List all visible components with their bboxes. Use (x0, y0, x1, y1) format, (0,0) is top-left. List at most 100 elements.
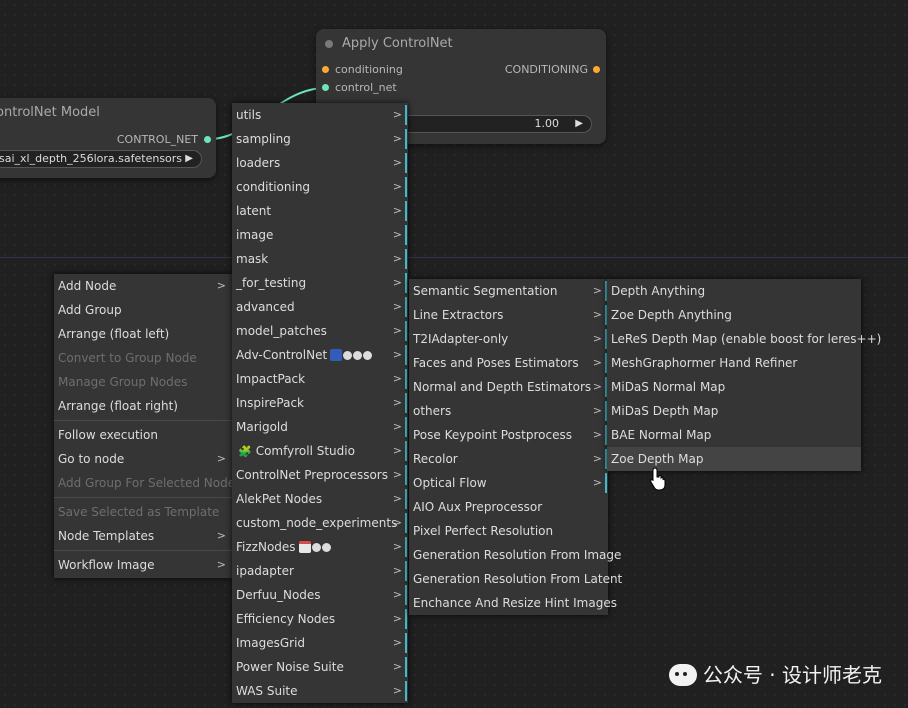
depth-item-depth-anything[interactable]: Depth Anything (607, 279, 861, 303)
conditioning-output-slot[interactable] (593, 66, 600, 73)
preprocessor-item-aio-aux-preprocessor[interactable]: AIO Aux Preprocessor (409, 495, 608, 519)
category-item-image[interactable]: image > (232, 223, 408, 247)
submenu-indicator-bar (405, 105, 407, 125)
control-net-input-slot[interactable] (322, 84, 329, 91)
submenu-indicator-bar (405, 321, 407, 341)
category-item-label: Adv-ControlNet (236, 348, 328, 362)
menu-item-convert-group: Convert to Group Node (58, 351, 197, 365)
submenu-arrow-icon: > (592, 380, 602, 393)
node-title-bar[interactable]: Apply ControlNet (316, 29, 606, 59)
category-item-mask[interactable]: mask > (232, 247, 408, 271)
category-item-sampling[interactable]: sampling > (232, 127, 408, 151)
category-item-utils[interactable]: utils > (232, 103, 408, 127)
menu-item-arrange-right[interactable]: Arrange (float right) (54, 394, 232, 418)
category-item-marigold[interactable]: Marigold > (232, 415, 408, 439)
category-item-was-suite[interactable]: WAS Suite > (232, 679, 408, 703)
preprocessor-item-semantic-segmentation[interactable]: Semantic Segmentation > (409, 279, 608, 303)
increment-arrow-icon[interactable]: ▶ (575, 116, 583, 132)
preprocessor-item-label: Pose Keypoint Postprocess (413, 428, 572, 442)
category-item-advanced[interactable]: advanced > (232, 295, 408, 319)
category-item-conditioning[interactable]: conditioning > (232, 175, 408, 199)
submenu-arrow-icon: > (392, 588, 402, 601)
menu-item-follow-execution[interactable]: Follow execution (54, 423, 232, 447)
category-item-comfyroll-studio[interactable]: 🧩 Comfyroll Studio > (232, 439, 408, 463)
category-item-alekpet-nodes[interactable]: AlekPet Nodes > (232, 487, 408, 511)
category-item-label: Comfyroll Studio (255, 444, 355, 458)
category-item-label: ipadapter (236, 564, 294, 578)
category-item-ipadapter[interactable]: ipadapter > (232, 559, 408, 583)
submenu-arrow-icon: > (592, 356, 602, 369)
circle-badge-icon (353, 351, 363, 360)
submenu-indicator-bar (405, 177, 407, 197)
menu-item-node-templates[interactable]: Node Templates > (54, 524, 232, 548)
preprocessor-item-label: Semantic Segmentation (413, 284, 558, 298)
category-item-label: latent (236, 204, 272, 218)
submenu-arrow-icon: > (392, 468, 402, 481)
depth-item-midas-depth-map[interactable]: MiDaS Depth Map (607, 399, 861, 423)
submenu-indicator-bar (405, 249, 407, 269)
preprocessor-item-faces-and-poses-estimators[interactable]: Faces and Poses Estimators > (409, 351, 608, 375)
submenu-indicator-bar (405, 153, 407, 173)
preprocessor-item-others[interactable]: others > (409, 399, 608, 423)
preprocessor-item-generation-resolution-from-image[interactable]: Generation Resolution From Image (409, 543, 621, 567)
preprocessor-item-recolor[interactable]: Recolor > (409, 447, 608, 471)
submenu-arrow-icon: > (216, 452, 226, 465)
preprocessor-item-generation-resolution-from-latent[interactable]: Generation Resolution From Latent (409, 567, 622, 591)
category-item-loaders[interactable]: loaders > (232, 151, 408, 175)
menu-item-arrange-left[interactable]: Arrange (float left) (54, 322, 232, 346)
depth-item-bae-normal-map[interactable]: BAE Normal Map (607, 423, 861, 447)
conditioning-output-label: CONDITIONING (504, 63, 588, 76)
submenu-arrow-icon: > (392, 228, 402, 241)
category-item-imagesgrid[interactable]: ImagesGrid > (232, 631, 408, 655)
category-item-inspirepack[interactable]: InspirePack > (232, 391, 408, 415)
comfyroll-icon: 🧩 (238, 445, 252, 458)
category-item-latent[interactable]: latent > (232, 199, 408, 223)
preprocessor-item-t2iadapter-only[interactable]: T2IAdapter-only > (409, 327, 608, 351)
node-title-bar[interactable]: ontrolNet Model (0, 98, 216, 128)
category-item-model-patches[interactable]: model_patches > (232, 319, 408, 343)
depth-item-midas-normal-map[interactable]: MiDaS Normal Map (607, 375, 861, 399)
preprocessor-item-pose-keypoint-postprocess[interactable]: Pose Keypoint Postprocess > (409, 423, 608, 447)
canvas-context-menu: Add Node > Add Group Arrange (float left)… (54, 274, 241, 578)
preprocessor-item-label: Generation Resolution From Image (413, 548, 622, 562)
category-item-controlnet-preprocessors[interactable]: ControlNet Preprocessors > (232, 463, 408, 487)
category-item-efficiency-nodes[interactable]: Efficiency Nodes > (232, 607, 408, 631)
preprocessor-item-label: Enchance And Resize Hint Images (413, 596, 617, 610)
menu-item-go-to-node[interactable]: Go to node > (54, 447, 232, 471)
submenu-indicator-bar (405, 297, 407, 317)
category-item-custom-node-experiments[interactable]: custom_node_experiments > (232, 511, 408, 535)
depth-item-zoe-depth-anything[interactable]: Zoe Depth Anything (607, 303, 861, 327)
control-net-output-slot[interactable] (204, 136, 211, 143)
category-item-power-noise-suite[interactable]: Power Noise Suite > (232, 655, 408, 679)
conditioning-input-slot[interactable] (322, 66, 329, 73)
increment-arrow-icon[interactable]: ▶ (185, 151, 193, 167)
category-item-adv-controlnet[interactable]: Adv-ControlNet > (232, 343, 408, 367)
node-category-menu: utils > sampling > loaders > conditioning > late… (232, 103, 408, 703)
menu-item-workflow-image[interactable]: Workflow Image > (54, 553, 232, 577)
category-item-impactpack[interactable]: ImpactPack > (232, 367, 408, 391)
category-item-fizznodes[interactable]: FizzNodes > (232, 535, 408, 559)
node-collapse-dot[interactable] (325, 40, 333, 48)
preprocessor-item-label: T2IAdapter-only (413, 332, 509, 346)
category-item-derfuu-nodes[interactable]: Derfuu_Nodes > (232, 583, 408, 607)
submenu-arrow-icon: > (592, 428, 602, 441)
submenu-arrow-icon: > (392, 564, 402, 577)
preprocessor-item-optical-flow[interactable]: Optical Flow > (409, 471, 608, 495)
depth-item-meshgraphormer-hand-refiner[interactable]: MeshGraphormer Hand Refiner (607, 351, 861, 375)
circle-badge-icon (343, 351, 353, 360)
load-controlnet-node[interactable]: ontrolNet Model CONTROL_NET sai_xl_depth… (0, 98, 216, 178)
preprocessor-item-normal-and-depth-estimators[interactable]: Normal and Depth Estimators > (409, 375, 608, 399)
model-name-widget[interactable]: sai_xl_depth_256lora.safetensors ▶ (0, 150, 202, 168)
preprocessor-item-enchance-and-resize-hint-images[interactable]: Enchance And Resize Hint Images (409, 591, 617, 615)
preprocessor-item-pixel-perfect-resolution[interactable]: Pixel Perfect Resolution (409, 519, 608, 543)
submenu-arrow-icon: > (216, 529, 226, 542)
wechat-icon (668, 664, 697, 686)
menu-item-add-group[interactable]: Add Group (54, 298, 232, 322)
category-item-for-testing[interactable]: _for_testing > (232, 271, 408, 295)
submenu-arrow-icon: > (392, 516, 402, 529)
depth-item-leres-depth-map-enable-boost-for-leres[interactable]: LeReS Depth Map (enable boost for leres+… (607, 327, 881, 351)
preprocessor-item-label: Faces and Poses Estimators (413, 356, 579, 370)
depth-item-zoe-depth-map[interactable]: Zoe Depth Map (607, 447, 861, 471)
menu-item-add-node[interactable]: Add Node > (54, 274, 232, 298)
preprocessor-item-line-extractors[interactable]: Line Extractors > (409, 303, 608, 327)
